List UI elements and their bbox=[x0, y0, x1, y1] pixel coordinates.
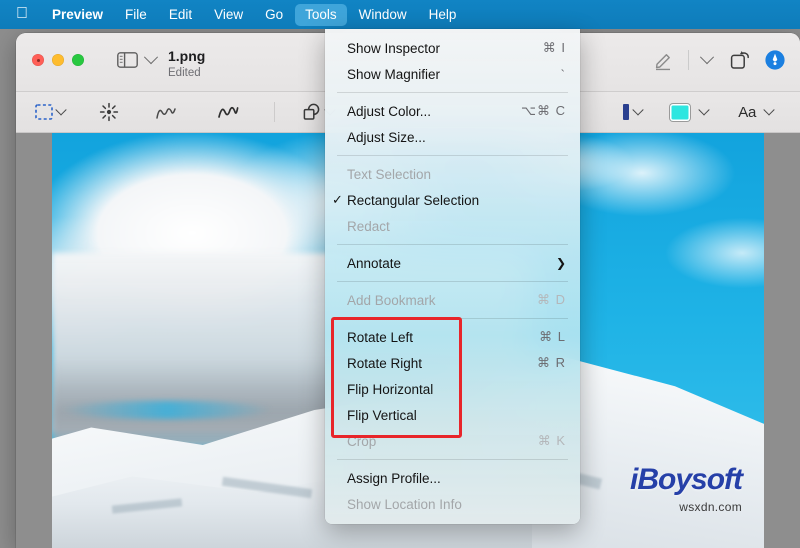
menu-item-shortcut: ⌥⌘ C bbox=[521, 103, 566, 118]
fill-color-swatch bbox=[670, 103, 691, 121]
menu-item-rectangular-selection[interactable]: ✓ Rectangular Selection bbox=[325, 187, 580, 213]
tools-dropdown-menu: Show Inspector ⌘ I Show Magnifier ` Adju… bbox=[325, 29, 580, 524]
window-controls bbox=[32, 54, 84, 66]
menu-separator bbox=[337, 92, 568, 93]
menu-item-label: Text Selection bbox=[347, 166, 432, 182]
menu-item-rotate-left[interactable]: Rotate Left ⌘ L bbox=[325, 324, 580, 350]
rectangular-selection-icon bbox=[35, 104, 53, 120]
draw-tool[interactable] bbox=[208, 99, 248, 125]
menu-item-flip-vertical[interactable]: Flip Vertical bbox=[325, 402, 580, 428]
menu-item-label: Rotate Left bbox=[347, 329, 414, 345]
menu-item-show-magnifier[interactable]: Show Magnifier ` bbox=[325, 61, 580, 87]
menu-item-text-selection: Text Selection bbox=[325, 161, 580, 187]
menu-item-label: Adjust Size... bbox=[347, 129, 426, 145]
menu-item-adjust-size[interactable]: Adjust Size... bbox=[325, 124, 580, 150]
menu-item-shortcut: ⌘ D bbox=[537, 292, 566, 307]
chevron-down-icon bbox=[55, 104, 67, 116]
sidebar-icon bbox=[117, 52, 138, 68]
page-title: 1.png bbox=[168, 48, 206, 64]
menu-item-label: Rotate Right bbox=[347, 355, 423, 371]
chevron-down-icon bbox=[632, 104, 644, 116]
border-color-tool[interactable] bbox=[613, 99, 651, 125]
menubar-item-go[interactable]: Go bbox=[255, 4, 293, 26]
annotate-badge-icon[interactable] bbox=[764, 49, 786, 71]
menu-item-redact: Redact bbox=[325, 213, 580, 239]
toolbar-divider bbox=[688, 50, 689, 70]
close-button[interactable] bbox=[32, 54, 44, 66]
menu-item-shortcut: ⌘ R bbox=[537, 355, 566, 370]
menu-item-shortcut: ⌘ K bbox=[537, 433, 566, 448]
menu-item-label: Rectangular Selection bbox=[347, 192, 480, 208]
menu-item-label: Assign Profile... bbox=[347, 470, 441, 486]
sketch-tool[interactable] bbox=[146, 99, 186, 125]
menubar-item-file[interactable]: File bbox=[115, 4, 157, 26]
menubar-item-window[interactable]: Window bbox=[349, 4, 417, 26]
menu-item-label: Flip Vertical bbox=[347, 407, 417, 423]
menu-item-shortcut: ⌘ L bbox=[539, 329, 566, 344]
document-title-block: 1.png Edited bbox=[168, 47, 205, 81]
text-style-tool[interactable]: Aa bbox=[729, 99, 782, 125]
menu-item-add-bookmark: Add Bookmark ⌘ D bbox=[325, 287, 580, 313]
chevron-down-icon bbox=[143, 50, 159, 65]
markup-pen-icon[interactable] bbox=[653, 49, 675, 71]
menu-separator bbox=[337, 459, 568, 460]
menubar-item-help[interactable]: Help bbox=[419, 4, 467, 26]
fill-color-tool[interactable] bbox=[661, 99, 717, 125]
menu-item-label: Redact bbox=[347, 218, 390, 234]
menu-item-show-location-info: Show Location Info bbox=[325, 491, 580, 517]
rotate-icon[interactable] bbox=[729, 49, 751, 71]
maximize-button[interactable] bbox=[72, 54, 84, 66]
instant-alpha-icon bbox=[99, 102, 119, 122]
minimize-button[interactable] bbox=[52, 54, 64, 66]
menu-item-label: Annotate bbox=[347, 255, 402, 271]
toolbar-divider bbox=[274, 102, 275, 122]
watermark-site: wsxdn.com bbox=[679, 500, 742, 514]
menubar-item-tools[interactable]: Tools bbox=[295, 3, 347, 26]
menu-item-label: Adjust Color... bbox=[347, 103, 432, 119]
menu-item-label: Flip Horizontal bbox=[347, 381, 434, 397]
rectangular-selection-tool[interactable] bbox=[26, 99, 74, 125]
menu-item-label: Crop bbox=[347, 433, 377, 449]
title-bar-actions bbox=[653, 49, 786, 71]
menu-item-label: Add Bookmark bbox=[347, 292, 436, 308]
menu-item-label: Show Location Info bbox=[347, 496, 462, 512]
sketch-icon bbox=[155, 103, 177, 121]
menu-item-flip-horizontal[interactable]: Flip Horizontal bbox=[325, 376, 580, 402]
chevron-right-icon: ❯ bbox=[555, 256, 566, 270]
chevron-down-icon bbox=[698, 104, 710, 116]
document-status: Edited bbox=[168, 67, 201, 79]
menu-separator bbox=[337, 244, 568, 245]
menu-item-shortcut: ⌘ I bbox=[542, 40, 566, 55]
chevron-down-icon[interactable] bbox=[699, 50, 715, 65]
macos-menu-bar:  Preview File Edit View Go Tools Window… bbox=[0, 0, 800, 29]
menu-separator bbox=[337, 318, 568, 319]
menu-item-adjust-color[interactable]: Adjust Color... ⌥⌘ C bbox=[325, 98, 580, 124]
menu-item-crop: Crop ⌘ K bbox=[325, 428, 580, 454]
watermark-brand: iBoysoft bbox=[630, 463, 743, 496]
menu-item-shortcut: ` bbox=[560, 66, 566, 82]
border-color-icon bbox=[622, 103, 630, 121]
instant-alpha-tool[interactable] bbox=[90, 99, 128, 125]
menu-item-assign-profile[interactable]: Assign Profile... bbox=[325, 465, 580, 491]
menu-item-annotate[interactable]: Annotate ❯ bbox=[325, 250, 580, 276]
menu-separator bbox=[337, 155, 568, 156]
menu-item-label: Show Inspector bbox=[347, 40, 441, 56]
shapes-icon bbox=[302, 103, 322, 121]
menu-item-show-inspector[interactable]: Show Inspector ⌘ I bbox=[325, 35, 580, 61]
chevron-down-icon bbox=[763, 104, 775, 116]
draw-icon bbox=[217, 103, 239, 121]
checkmark-icon: ✓ bbox=[332, 192, 343, 207]
text-style-label: Aa bbox=[738, 103, 756, 121]
menu-item-label: Show Magnifier bbox=[347, 66, 441, 82]
menubar-item-preview[interactable]: Preview bbox=[42, 4, 113, 26]
watermark: iBoysoft wsxdn.com bbox=[630, 463, 743, 515]
menubar-item-view[interactable]: View bbox=[204, 4, 253, 26]
menu-separator bbox=[337, 281, 568, 282]
apple-logo-icon[interactable]:  bbox=[14, 5, 40, 24]
menu-item-rotate-right[interactable]: Rotate Right ⌘ R bbox=[325, 350, 580, 376]
sidebar-toggle-button[interactable] bbox=[117, 50, 159, 68]
menubar-item-edit[interactable]: Edit bbox=[159, 4, 202, 26]
